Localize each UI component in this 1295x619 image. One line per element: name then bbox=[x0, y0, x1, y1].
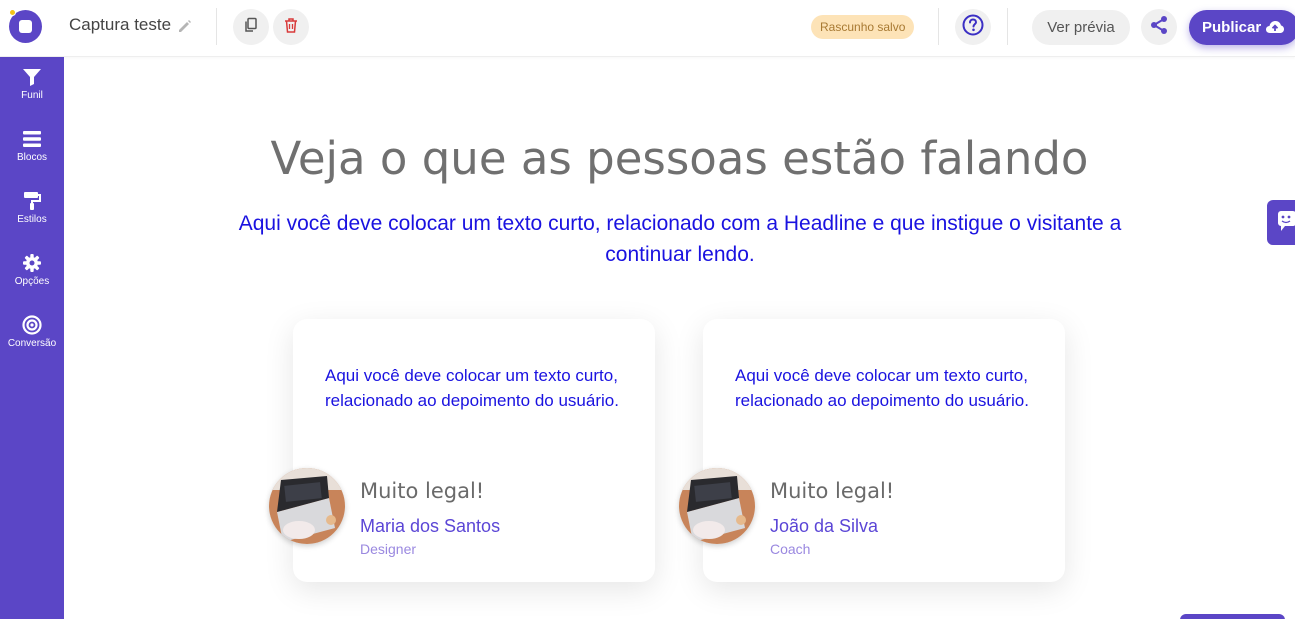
testimonial-role[interactable]: Designer bbox=[360, 541, 416, 557]
testimonial-name[interactable]: João da Silva bbox=[770, 516, 878, 537]
chat-icon bbox=[1267, 211, 1295, 249]
testimonial-quote[interactable]: Aqui você deve colocar um texto curto, r… bbox=[735, 363, 1045, 413]
share-button[interactable] bbox=[1141, 9, 1177, 45]
sidebar-item-label: Conversão bbox=[7, 338, 57, 349]
sidebar-item-label: Funil bbox=[21, 90, 43, 101]
floating-button[interactable] bbox=[1180, 614, 1285, 619]
divider bbox=[216, 8, 217, 45]
help-button[interactable] bbox=[955, 9, 991, 45]
blocks-icon bbox=[0, 129, 64, 149]
duplicate-button[interactable] bbox=[233, 9, 269, 45]
preview-button[interactable]: Ver prévia bbox=[1032, 10, 1130, 45]
page-subtitle[interactable]: Aqui você deve colocar um texto curto, r… bbox=[200, 208, 1160, 270]
sidebar-item-label: Opções bbox=[14, 276, 50, 287]
page-headline[interactable]: Veja o que as pessoas estão falando bbox=[64, 132, 1295, 185]
testimonial-role[interactable]: Coach bbox=[770, 541, 810, 557]
question-icon bbox=[962, 14, 984, 41]
avatar[interactable] bbox=[269, 468, 345, 544]
notification-dot bbox=[9, 9, 16, 16]
sidebar-item-label: Blocos bbox=[16, 152, 47, 163]
publish-label: Publicar bbox=[1202, 19, 1262, 36]
share-icon bbox=[1149, 15, 1169, 40]
sidebar-item-funil[interactable]: Funil bbox=[0, 67, 64, 123]
publish-button[interactable]: Publicar bbox=[1189, 10, 1295, 45]
sidebar-item-label: Estilos bbox=[17, 214, 47, 225]
logo-square bbox=[19, 20, 32, 33]
support-chat-tab[interactable] bbox=[1267, 200, 1295, 245]
testimonial-name[interactable]: Maria dos Santos bbox=[360, 516, 500, 537]
sidebar-item-opcoes[interactable]: Opções bbox=[0, 253, 64, 309]
cloud-upload-icon bbox=[1266, 21, 1284, 33]
sidebar: Funil Blocos Estilos Opções Conversão bbox=[0, 57, 64, 619]
project-name[interactable]: Captura teste bbox=[69, 15, 171, 35]
divider bbox=[1007, 8, 1008, 45]
testimonial-card[interactable]: Aqui você deve colocar um texto curto, r… bbox=[679, 319, 1065, 582]
top-bar: Captura teste Rascunho salvo Ver prévia … bbox=[0, 0, 1295, 57]
draft-status-badge: Rascunho salvo bbox=[811, 15, 915, 39]
testimonial-title[interactable]: Muito legal! bbox=[360, 479, 484, 503]
target-icon bbox=[0, 315, 64, 335]
avatar[interactable] bbox=[679, 468, 755, 544]
gear-icon bbox=[0, 253, 64, 273]
sidebar-item-blocos[interactable]: Blocos bbox=[0, 129, 64, 185]
sidebar-item-conversao[interactable]: Conversão bbox=[0, 315, 64, 371]
pencil-icon[interactable] bbox=[177, 18, 193, 34]
trash-icon bbox=[283, 17, 299, 38]
filter-icon bbox=[0, 67, 64, 87]
divider bbox=[938, 8, 939, 45]
delete-button[interactable] bbox=[273, 9, 309, 45]
app-logo[interactable] bbox=[9, 9, 42, 43]
paint-roller-icon bbox=[0, 191, 64, 211]
testimonial-title[interactable]: Muito legal! bbox=[770, 479, 894, 503]
testimonial-quote[interactable]: Aqui você deve colocar um texto curto, r… bbox=[325, 363, 635, 413]
copy-icon bbox=[243, 17, 259, 38]
sidebar-item-estilos[interactable]: Estilos bbox=[0, 191, 64, 247]
testimonial-card[interactable]: Aqui você deve colocar um texto curto, r… bbox=[269, 319, 655, 582]
